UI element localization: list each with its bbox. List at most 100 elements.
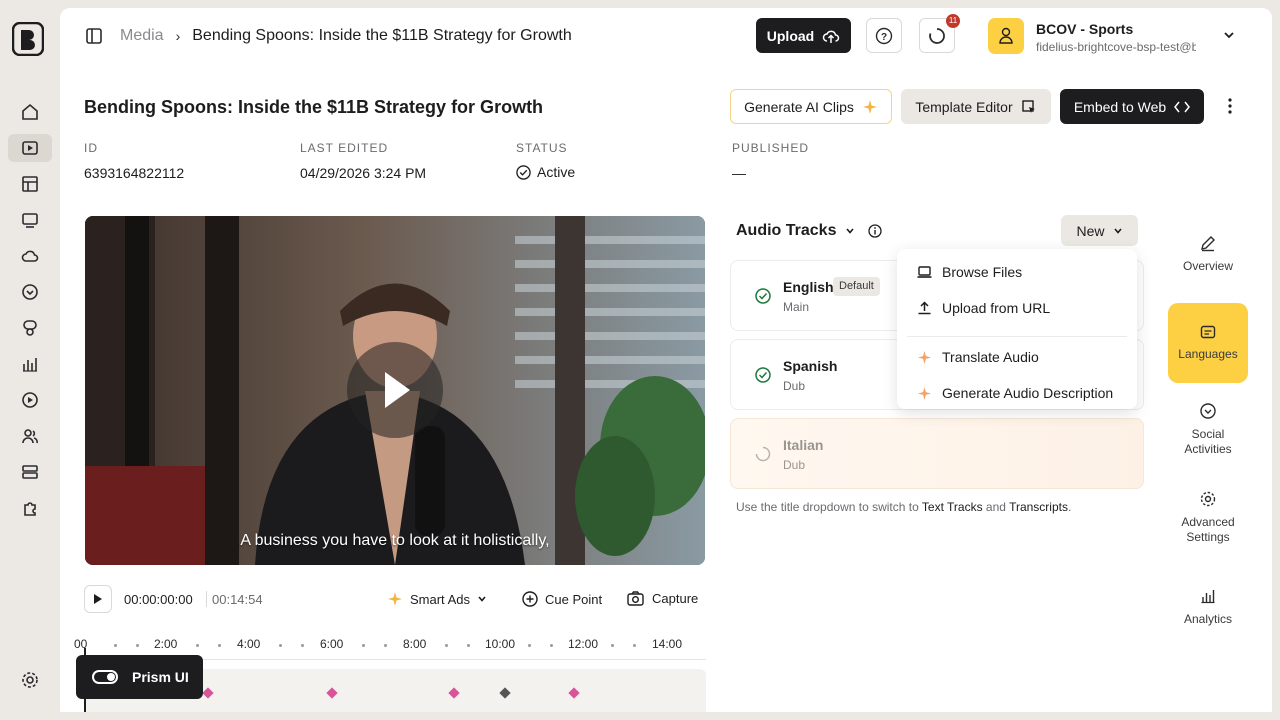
new-track-label: New <box>1076 222 1105 239</box>
hint-text: and <box>982 500 1010 514</box>
upload-button[interactable]: Upload <box>756 18 851 53</box>
toggle-switch[interactable] <box>92 670 118 684</box>
smart-ads-button[interactable]: Smart Ads <box>387 591 487 607</box>
table-icon[interactable] <box>8 170 52 198</box>
timeline-dot <box>362 644 365 647</box>
camera-icon <box>627 591 644 606</box>
generate-ai-clips-label: Generate AI Clips <box>744 98 854 115</box>
sparkle-icon <box>388 592 402 606</box>
text-tracks-link[interactable]: Text Tracks <box>922 500 983 514</box>
status-label: STATUS <box>516 141 568 155</box>
timeline-tick: 6:00 <box>320 637 344 651</box>
cloud-icon[interactable] <box>8 242 52 270</box>
account-avatar[interactable] <box>988 18 1024 54</box>
social-icon[interactable] <box>8 278 52 306</box>
side-tab-label: Analytics <box>1183 612 1233 626</box>
side-tab-label: Languages <box>1178 346 1238 361</box>
smart-ads-label: Smart Ads <box>410 591 470 607</box>
new-track-button[interactable]: New <box>1061 215 1138 246</box>
brand-logo[interactable] <box>12 22 44 56</box>
storage-icon[interactable] <box>8 458 52 486</box>
breadcrumb: Media › Bending Spoons: Inside the $11B … <box>120 27 572 45</box>
analytics-icon[interactable] <box>8 350 52 378</box>
embed-to-web-button[interactable]: Embed to Web <box>1060 89 1204 124</box>
timeline-dot <box>633 644 636 647</box>
audio-tracks-title-dropdown[interactable]: Audio Tracks <box>736 222 883 240</box>
menu-generate-audio-description[interactable]: Generate Audio Description <box>897 377 1137 409</box>
home-icon[interactable] <box>8 98 52 126</box>
prism-ui-label: Prism UI <box>132 669 189 685</box>
settings-icon[interactable] <box>8 666 52 694</box>
generate-ai-clips-button[interactable]: Generate AI Clips <box>730 89 892 124</box>
user-icon <box>999 27 1013 44</box>
menu-item-label: Browse Files <box>942 264 1023 280</box>
capture-button[interactable]: Capture <box>627 591 698 606</box>
menu-divider <box>907 336 1127 337</box>
side-tab-label: Overview <box>1182 259 1233 273</box>
timeline-dot <box>467 644 470 647</box>
timeline-dot <box>114 644 117 647</box>
player-icon[interactable] <box>8 206 52 234</box>
plugin-icon[interactable] <box>8 494 52 522</box>
account-chevron-down-icon[interactable] <box>1223 29 1235 41</box>
menu-item-label: Generate Audio Description <box>942 385 1114 401</box>
page-title: Bending Spoons: Inside the $11B Strategy… <box>84 97 544 117</box>
check-circle-icon <box>755 367 771 383</box>
timeline-tick: 4:00 <box>237 637 261 651</box>
embed-to-web-label: Embed to Web <box>1073 98 1167 115</box>
info-icon[interactable] <box>868 224 883 238</box>
audio-track-italian[interactable]: Italian Dub <box>730 418 1144 489</box>
more-options-icon[interactable] <box>1225 97 1235 115</box>
upload-icon <box>918 301 931 315</box>
hint-text: . <box>1067 500 1072 514</box>
side-tab-social-activities[interactable]: Social Activities <box>1168 403 1248 463</box>
cue-point-button[interactable]: Cue Point <box>522 591 602 607</box>
breadcrumb-current: Bending Spoons: Inside the $11B Strategy… <box>192 27 572 44</box>
menu-translate-audio[interactable]: Translate Audio <box>897 341 1137 373</box>
timeline-tick: 2:00 <box>154 637 178 651</box>
timeline-tick: 14:00 <box>652 637 683 651</box>
help-button[interactable]: ? <box>866 18 902 53</box>
side-tab-overview[interactable]: Overview <box>1168 234 1248 282</box>
status-value: Active <box>516 164 575 180</box>
account-email: fidelius-brightcove-bsp-test@b... <box>1036 40 1196 54</box>
audio-tracks-heading: Audio Tracks <box>736 222 837 239</box>
ai-icon[interactable] <box>8 314 52 342</box>
users-icon[interactable] <box>8 422 52 450</box>
play-button[interactable] <box>84 585 112 613</box>
menu-upload-from-url[interactable]: Upload from URL <box>897 292 1137 324</box>
timeline-dot <box>136 644 139 647</box>
timeline-tick: 12:00 <box>568 637 599 651</box>
sidebar-toggle-icon[interactable] <box>85 27 103 45</box>
current-time: 00:00:00:00 <box>124 592 193 607</box>
live-icon[interactable] <box>8 386 52 414</box>
menu-item-label: Upload from URL <box>942 300 1051 316</box>
timeline-dot <box>301 644 304 647</box>
side-tab-languages[interactable]: Languages <box>1168 303 1248 383</box>
sparkle-icon <box>862 99 877 114</box>
video-frame <box>85 216 705 565</box>
transcripts-link[interactable]: Transcripts <box>1009 500 1068 514</box>
id-value: 6393164822112 <box>84 165 185 181</box>
timeline-tick: 10:00 <box>485 637 516 651</box>
laptop-icon <box>917 266 932 278</box>
check-circle-icon <box>755 288 771 304</box>
upload-label: Upload <box>766 27 815 44</box>
menu-browse-files[interactable]: Browse Files <box>897 256 1137 288</box>
side-tab-analytics[interactable]: Analytics <box>1168 588 1248 628</box>
media-icon[interactable] <box>8 134 52 162</box>
track-name: Spanish <box>783 358 838 374</box>
template-cursor-icon <box>1021 99 1035 113</box>
left-rail <box>0 0 60 720</box>
side-tab-advanced-settings[interactable]: Advanced Settings <box>1168 491 1248 551</box>
breadcrumb-media-link[interactable]: Media <box>120 27 164 45</box>
gear-icon <box>1200 491 1216 507</box>
code-icon <box>1174 101 1191 112</box>
account-name: BCOV - Sports <box>1036 21 1134 37</box>
video-player[interactable]: A business you have to look at it holist… <box>85 216 705 565</box>
capture-label: Capture <box>652 591 699 606</box>
chevron-down-icon <box>1113 227 1122 234</box>
template-editor-button[interactable]: Template Editor <box>901 89 1051 124</box>
last-edited-label: LAST EDITED <box>300 141 389 155</box>
prism-ui-toggle[interactable]: Prism UI <box>76 655 203 699</box>
